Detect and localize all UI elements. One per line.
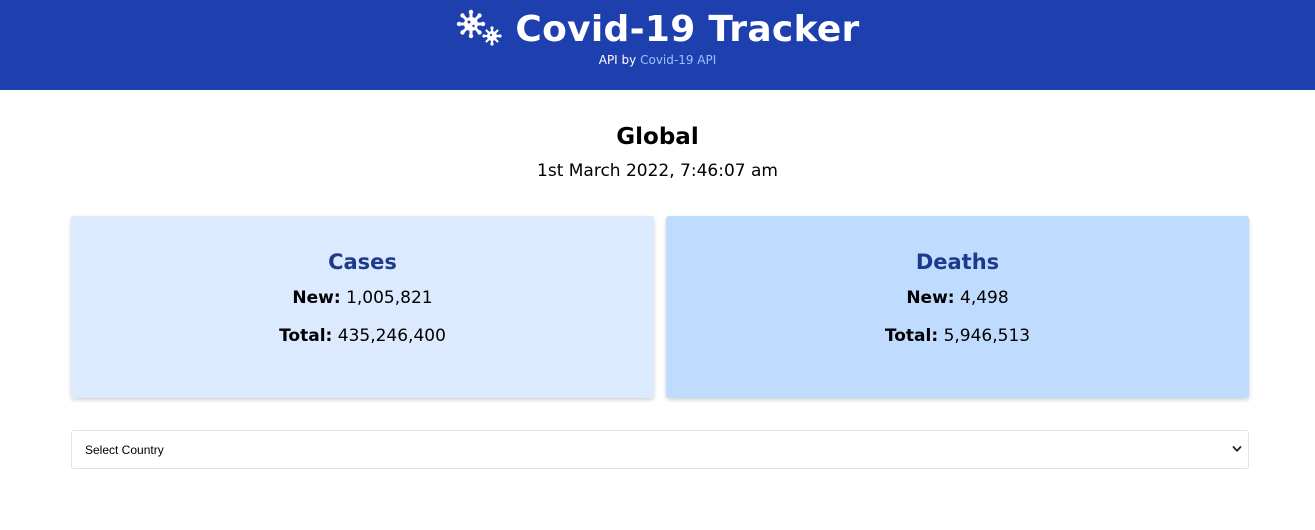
country-select-wrapper: Select Country bbox=[71, 430, 1249, 469]
deaths-new-value: 4,498 bbox=[960, 288, 1009, 308]
last-updated-timestamp: 1st March 2022, 7:46:07 am bbox=[537, 161, 778, 181]
api-credit: API by Covid-19 API bbox=[0, 53, 1315, 67]
app-title: Covid-19 Tracker bbox=[515, 8, 860, 50]
header-title-row: Covid-19 Tracker bbox=[0, 0, 1315, 50]
deaths-total-label: Total: bbox=[884, 326, 939, 346]
cases-new-row: New: 1,005,821 bbox=[71, 288, 654, 314]
virus-icon bbox=[457, 9, 502, 46]
deaths-card-title: Deaths bbox=[915, 250, 1000, 274]
api-credit-prefix: API by bbox=[598, 53, 637, 67]
deaths-total-row: Total: 5,946,513 bbox=[666, 326, 1249, 352]
cases-new-value: 1,005,821 bbox=[346, 288, 433, 308]
cases-total-value: 435,246,400 bbox=[337, 326, 446, 346]
cases-card-title: Cases bbox=[328, 250, 397, 274]
country-select[interactable]: Select Country bbox=[71, 430, 1249, 469]
cases-total-label: Total: bbox=[279, 326, 333, 346]
app-header: Covid-19 Tracker API by Covid-19 API bbox=[0, 0, 1315, 90]
deaths-new-row: New: 4,498 bbox=[666, 288, 1249, 314]
deaths-card: Deaths New: 4,498 Total: 5,946,513 bbox=[666, 216, 1249, 398]
region-title: Global bbox=[616, 124, 699, 150]
deaths-new-label: New: bbox=[906, 288, 955, 308]
cases-total-row: Total: 435,246,400 bbox=[71, 326, 654, 352]
country-select-value: Select Country bbox=[85, 442, 164, 457]
main-content: Global 1st March 2022, 7:46:07 am Cases … bbox=[0, 124, 1315, 469]
chevron-down-icon bbox=[1232, 446, 1242, 452]
stats-cards: Cases New: 1,005,821 Total: 435,246,400 … bbox=[71, 216, 1249, 398]
cases-card: Cases New: 1,005,821 Total: 435,246,400 bbox=[71, 216, 654, 398]
api-link[interactable]: Covid-19 API bbox=[640, 53, 716, 67]
deaths-total-value: 5,946,513 bbox=[943, 326, 1031, 346]
cases-new-label: New: bbox=[292, 288, 341, 308]
